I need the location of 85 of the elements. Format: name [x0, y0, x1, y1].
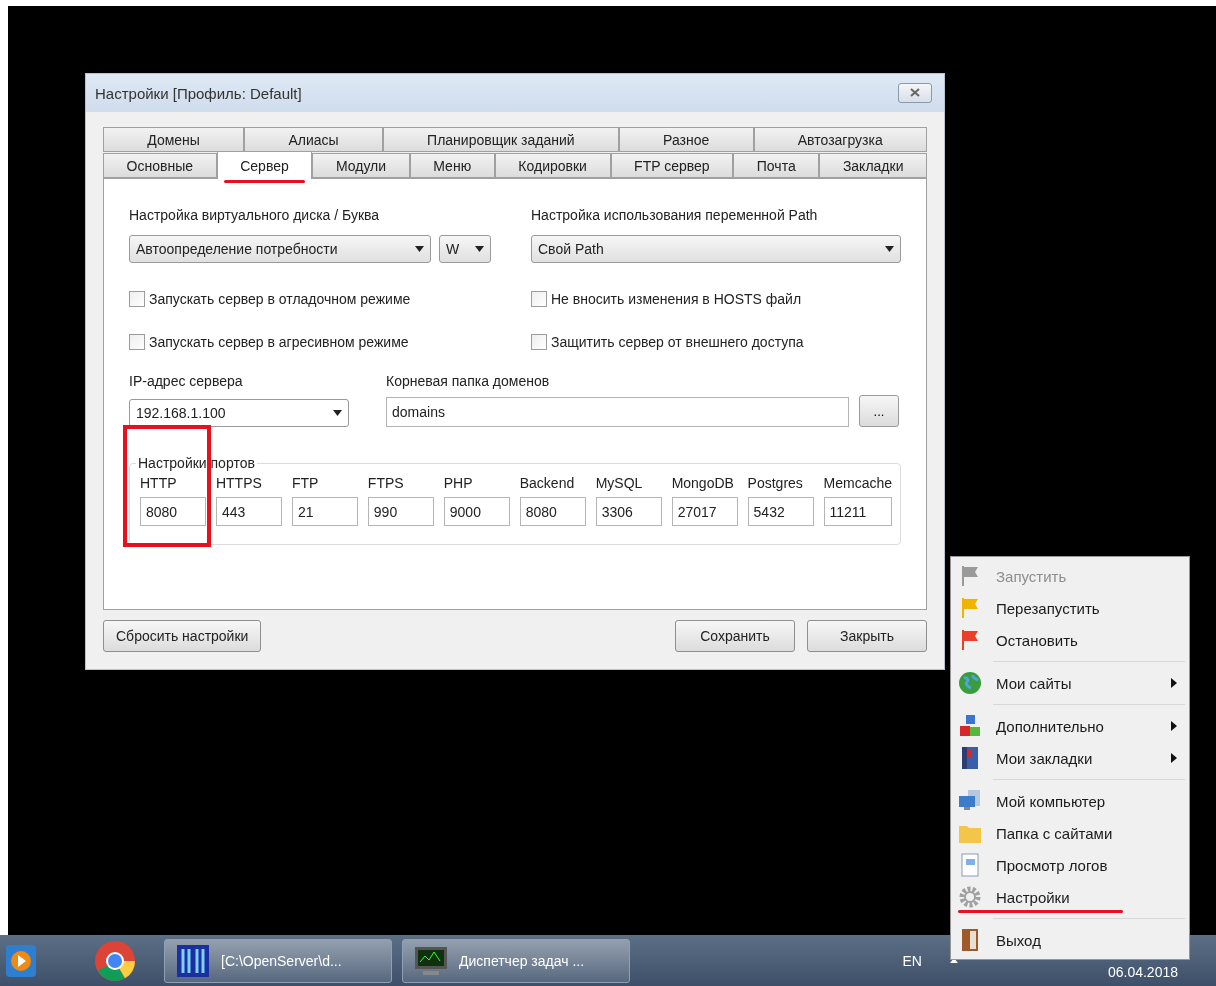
close-button[interactable] [898, 83, 932, 103]
tab[interactable]: Разное [618, 127, 754, 152]
browse-button[interactable]: ... [859, 395, 899, 427]
clock-date[interactable]: 06.04.2018 [1107, 963, 1178, 980]
reset-button[interactable]: Сбросить настройки [103, 620, 262, 652]
window-title: Настройки [Профиль: Default] [95, 84, 302, 102]
close-icon [910, 88, 920, 97]
checkbox-label: Не вносить изменения в HOSTS файл [551, 290, 802, 307]
port-label: Memcache [823, 475, 892, 491]
port-label: MySQL [595, 475, 644, 491]
language-indicator[interactable]: EN [902, 952, 922, 969]
dropdown-caret-icon [333, 410, 342, 416]
port-label: Postgres [747, 475, 804, 491]
menu-item[interactable]: Выход [953, 924, 1187, 956]
monitor-icon [413, 944, 449, 977]
menu-item[interactable]: Папка с сайтами [953, 817, 1187, 849]
port-field[interactable]: 21 [291, 497, 358, 526]
tab[interactable]: Закладки [819, 153, 928, 178]
tray-expand-icon[interactable] [949, 958, 958, 963]
checkbox[interactable] [129, 333, 145, 350]
dropdown-caret-icon [475, 246, 484, 252]
media-player-icon[interactable] [6, 943, 36, 978]
close-dialog-button[interactable]: Закрыть [807, 620, 927, 652]
taskbar-button[interactable]: Диспетчер задач ... [402, 938, 630, 983]
menu-item[interactable]: Мой компьютер [953, 785, 1187, 817]
field-label: Настройка использования переменной Path [531, 207, 819, 223]
port-field[interactable]: 3306 [595, 497, 662, 526]
menu-item[interactable]: Мои закладки [953, 742, 1187, 774]
port-field[interactable]: 990 [367, 497, 434, 526]
chrome-icon[interactable] [94, 939, 136, 982]
drive-letter-dropdown[interactable]: W [439, 235, 491, 263]
checkbox[interactable] [531, 290, 547, 307]
tab[interactable]: Алиасы [244, 127, 383, 152]
port-label: HTTP [140, 475, 178, 491]
field-label: Корневая папка доменов [386, 373, 551, 389]
tab[interactable]: Автозагрузка [753, 127, 927, 152]
menu-item[interactable]: Остановить [953, 624, 1187, 656]
tab[interactable]: Модули [312, 153, 410, 178]
port-field[interactable]: 5432 [747, 497, 814, 526]
port-field[interactable]: 8080 [140, 497, 206, 526]
port-label: FTPS [367, 475, 405, 491]
checkbox-label: Защитить сервер от внешнего доступа [551, 333, 804, 350]
log-icon [958, 853, 982, 877]
computer-icon [958, 789, 982, 813]
path-mode-dropdown[interactable]: Свой Path [531, 235, 901, 263]
settings-icon [958, 885, 982, 909]
menu-item[interactable]: Дополнительно [953, 710, 1187, 742]
checkbox[interactable] [531, 333, 547, 350]
port-label: MongoDB [671, 475, 735, 491]
menu-item[interactable]: Просмотр логов [953, 849, 1187, 881]
taskbar-button[interactable]: [C:\OpenServer\d... [164, 938, 392, 983]
disk-mode-dropdown[interactable]: Автоопределение потребности [129, 235, 431, 263]
checkbox[interactable] [129, 290, 145, 307]
dropdown-caret-icon [885, 246, 894, 252]
menu-item[interactable]: Мои сайты [953, 667, 1187, 699]
menu-item[interactable]: Настройки [953, 881, 1187, 913]
tab[interactable]: Кодировки [494, 153, 611, 178]
tab[interactable]: FTP сервер [610, 153, 734, 178]
port-label: FTP [291, 475, 320, 491]
port-field[interactable]: 11211 [823, 497, 892, 526]
group-title: Настройки портов [137, 455, 256, 471]
port-label: HTTPS [215, 475, 263, 491]
blocks-icon [958, 714, 982, 738]
tab[interactable]: Меню [409, 153, 495, 178]
dropdown-caret-icon [415, 246, 424, 252]
port-field[interactable]: 9000 [443, 497, 510, 526]
save-button[interactable]: Сохранить [675, 620, 795, 652]
checkbox-label: Запускать сервер в отладочном режиме [149, 290, 411, 307]
menu-item[interactable]: Перезапустить [953, 592, 1187, 624]
port-field[interactable]: 443 [215, 497, 282, 526]
globe-icon [958, 671, 982, 695]
server-icon [175, 942, 211, 979]
tab[interactable]: Планировщик заданий [382, 127, 619, 152]
port-label: Backend [519, 475, 576, 491]
port-field[interactable]: 8080 [519, 497, 586, 526]
field-label: IP-адрес сервера [129, 373, 244, 389]
root-folder-field[interactable]: domains [386, 397, 849, 427]
tab[interactable]: Почта [733, 153, 820, 178]
port-label: PHP [443, 475, 474, 491]
tab[interactable]: Основные [103, 153, 217, 178]
tab[interactable]: Домены [103, 127, 245, 152]
checkbox-label: Запускать сервер в агресивном режиме [149, 333, 409, 350]
ip-address-dropdown[interactable]: 192.168.1.100 [129, 399, 349, 427]
field-label: Настройка виртуального диска / Буква [129, 207, 381, 223]
port-field[interactable]: 27017 [671, 497, 738, 526]
